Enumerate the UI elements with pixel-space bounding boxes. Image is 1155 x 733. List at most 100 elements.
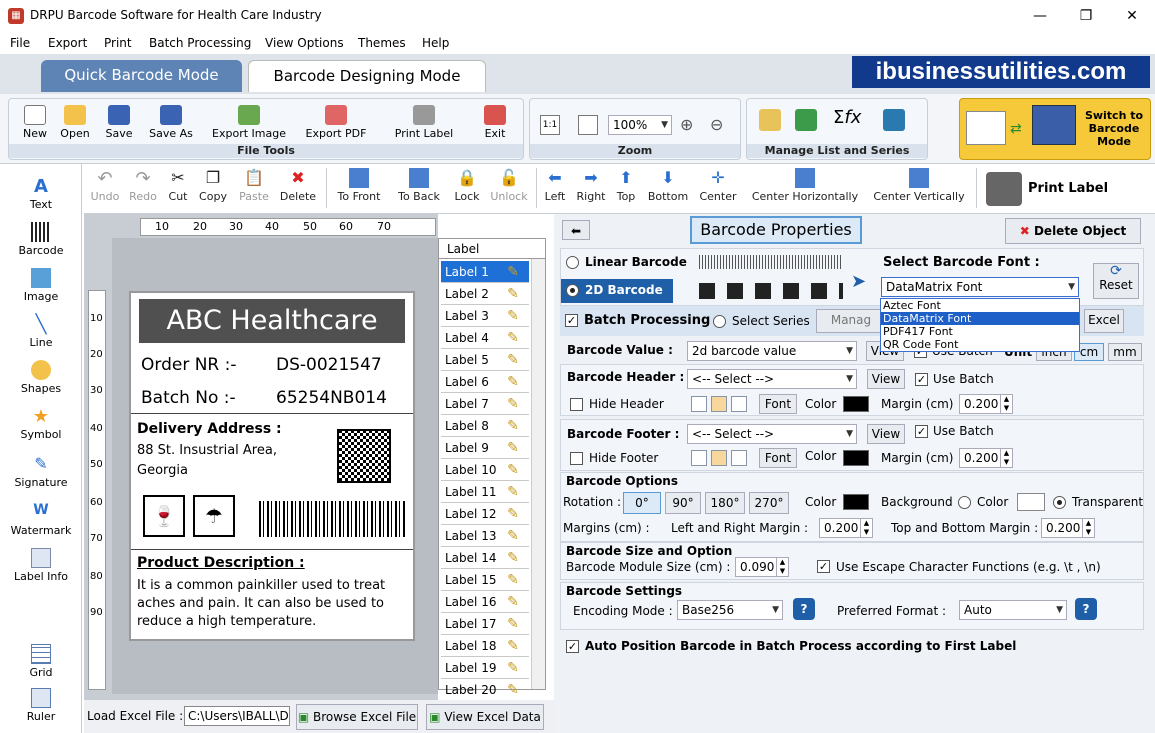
align-right-icon[interactable] xyxy=(731,450,747,466)
switch-to-barcode-mode-button[interactable]: ⇄ Switch to Barcode Mode xyxy=(959,98,1151,160)
pencil-icon[interactable]: ✎ xyxy=(501,572,525,588)
center-vertically-button[interactable]: Center Vertically xyxy=(870,168,968,203)
cut-button[interactable]: ✂ Cut xyxy=(164,168,192,203)
manage-series-button[interactable]: Manag xyxy=(816,309,886,333)
hide-footer-checkbox[interactable] xyxy=(570,452,583,465)
pencil-icon[interactable]: ✎ xyxy=(501,550,525,566)
description-line-1[interactable]: It is a common painkiller used to treat xyxy=(137,578,385,593)
pencil-icon[interactable]: ✎ xyxy=(501,286,525,302)
pencil-icon[interactable]: ✎ xyxy=(501,528,525,544)
header-margin-spinner[interactable]: 0.200 ▲ ▼ xyxy=(959,394,1013,414)
pencil-icon[interactable]: ✎ xyxy=(501,396,525,412)
label-card[interactable]: ABC Healthcare Order NR :- DS-0021547 Ba… xyxy=(129,291,415,641)
description-line-2[interactable]: aches and pain. It can also be used to xyxy=(137,596,384,611)
exit-button[interactable]: Exit xyxy=(475,105,515,140)
auto-position-checkbox[interactable]: ✓ xyxy=(566,640,579,653)
rotation-270-button[interactable]: 270° xyxy=(749,492,789,514)
batch-value[interactable]: 65254NB014 xyxy=(276,388,387,408)
edit-list-icon[interactable] xyxy=(759,109,781,131)
barcode-header-select[interactable]: <-- Select --> ▼ xyxy=(687,369,857,389)
order-value[interactable]: DS-0021547 xyxy=(276,355,382,375)
fit-1-1-icon[interactable]: 1:1 xyxy=(540,115,560,135)
label-list-item[interactable]: Label 16 ✎ xyxy=(441,591,529,613)
open-button[interactable]: Open xyxy=(55,105,95,140)
description-title[interactable]: Product Description : xyxy=(137,555,305,571)
save-as-button[interactable]: Save As xyxy=(143,105,199,140)
label-list-item[interactable]: Label 15 ✎ xyxy=(441,569,529,591)
pencil-icon[interactable]: ✎ xyxy=(501,638,525,654)
tab-quick-barcode-mode[interactable]: Quick Barcode Mode xyxy=(41,60,242,92)
header-font-button[interactable]: Font xyxy=(759,394,797,414)
address-line-2[interactable]: Georgia xyxy=(137,463,188,478)
fit-page-icon[interactable] xyxy=(578,115,598,135)
preferred-format-select[interactable]: Auto ▼ xyxy=(959,600,1067,620)
close-button[interactable]: ✕ xyxy=(1109,0,1155,32)
text-tool[interactable]: A Text xyxy=(4,176,78,211)
excel-icon[interactable] xyxy=(795,109,817,131)
pencil-icon[interactable]: ✎ xyxy=(501,418,525,434)
align-left-button[interactable]: ⬅ Left xyxy=(540,168,570,203)
font-option-pdf417[interactable]: PDF417 Font xyxy=(881,325,1079,338)
pencil-icon[interactable]: ✎ xyxy=(501,374,525,390)
label-list-item[interactable]: Label 17 ✎ xyxy=(441,613,529,635)
signature-tool[interactable]: ✎ Signature xyxy=(4,454,78,489)
label-list-item[interactable]: Label 11 ✎ xyxy=(441,481,529,503)
center-button[interactable]: ✛ Center xyxy=(696,168,740,203)
menu-view-options[interactable]: View Options xyxy=(265,36,344,50)
linear-barcode-radio[interactable] xyxy=(566,256,579,269)
center-horizontally-button[interactable]: Center Horizontally xyxy=(746,168,864,203)
export-image-button[interactable]: Export Image xyxy=(207,105,291,140)
lock-button[interactable]: 🔒 Lock xyxy=(450,168,484,203)
delivery-title[interactable]: Delivery Address : xyxy=(137,421,282,437)
footer-view-button[interactable]: View xyxy=(867,424,905,444)
shapes-tool[interactable]: Shapes xyxy=(4,360,78,395)
pencil-icon[interactable]: ✎ xyxy=(501,484,525,500)
sigma-fx-icon[interactable]: Σfx xyxy=(833,107,861,128)
ruler-tool[interactable]: Ruler xyxy=(4,688,78,723)
align-left-icon[interactable] xyxy=(691,396,707,412)
module-size-spinner[interactable]: 0.090 ▲ ▼ xyxy=(735,557,789,577)
menu-themes[interactable]: Themes xyxy=(358,36,406,50)
align-left-icon[interactable] xyxy=(691,450,707,466)
label-list-item[interactable]: Label 6 ✎ xyxy=(441,371,529,393)
browse-excel-button[interactable]: ▣ Browse Excel File xyxy=(296,704,418,730)
fragile-glass-icon[interactable]: 🍷 xyxy=(143,495,185,537)
image-tool[interactable]: Image xyxy=(4,268,78,303)
label-list-item[interactable]: Label 13 ✎ xyxy=(441,525,529,547)
pencil-icon[interactable]: ✎ xyxy=(501,352,525,368)
symbol-tool[interactable]: ★ Symbol xyxy=(4,406,78,441)
lr-margin-spinner[interactable]: 0.200 ▲ ▼ xyxy=(819,518,873,538)
linear-barcode[interactable] xyxy=(259,501,405,537)
pencil-icon[interactable]: ✎ xyxy=(501,264,525,280)
to-front-button[interactable]: To Front xyxy=(334,168,384,203)
align-center-icon[interactable] xyxy=(711,450,727,466)
label-list-item[interactable]: Label 9 ✎ xyxy=(441,437,529,459)
align-bottom-button[interactable]: ⬇ Bottom xyxy=(646,168,690,203)
view-excel-button[interactable]: ▣ View Excel Data xyxy=(426,704,544,730)
watermark-tool[interactable]: W Watermark xyxy=(4,502,78,537)
menu-file[interactable]: File xyxy=(10,36,30,50)
rotation-180-button[interactable]: 180° xyxy=(705,492,745,514)
header-color-swatch[interactable] xyxy=(843,396,869,412)
tb-margin-spinner[interactable]: 0.200 ▲ ▼ xyxy=(1041,518,1095,538)
barcode-value-input[interactable]: 2d barcode value ▼ xyxy=(687,341,857,361)
options-color-swatch[interactable] xyxy=(843,494,869,510)
footer-color-swatch[interactable] xyxy=(843,450,869,466)
export-pdf-button[interactable]: Export PDF xyxy=(301,105,371,140)
unit-mm-button[interactable]: mm xyxy=(1108,343,1142,361)
label-list-item[interactable]: Label 12 ✎ xyxy=(441,503,529,525)
help-icon[interactable]: ? xyxy=(1075,598,1097,620)
select-series-radio[interactable] xyxy=(713,315,726,328)
divider-line[interactable] xyxy=(131,549,413,550)
footer-font-button[interactable]: Font xyxy=(759,448,797,468)
label-list-item[interactable]: Label 2 ✎ xyxy=(441,283,529,305)
zoom-select[interactable]: 100% ▼ xyxy=(608,115,672,135)
font-option-datamatrix[interactable]: DataMatrix Font xyxy=(881,312,1079,325)
description-line-3[interactable]: reduce a high temperature. xyxy=(137,614,316,629)
font-option-aztec[interactable]: Aztec Font xyxy=(881,299,1079,312)
pencil-icon[interactable]: ✎ xyxy=(501,440,525,456)
undo-button[interactable]: ↶ Undo xyxy=(88,168,122,203)
copy-button[interactable]: ❐ Copy xyxy=(196,168,230,203)
series-icon[interactable] xyxy=(883,109,905,131)
grid-tool[interactable]: Grid xyxy=(4,644,78,679)
